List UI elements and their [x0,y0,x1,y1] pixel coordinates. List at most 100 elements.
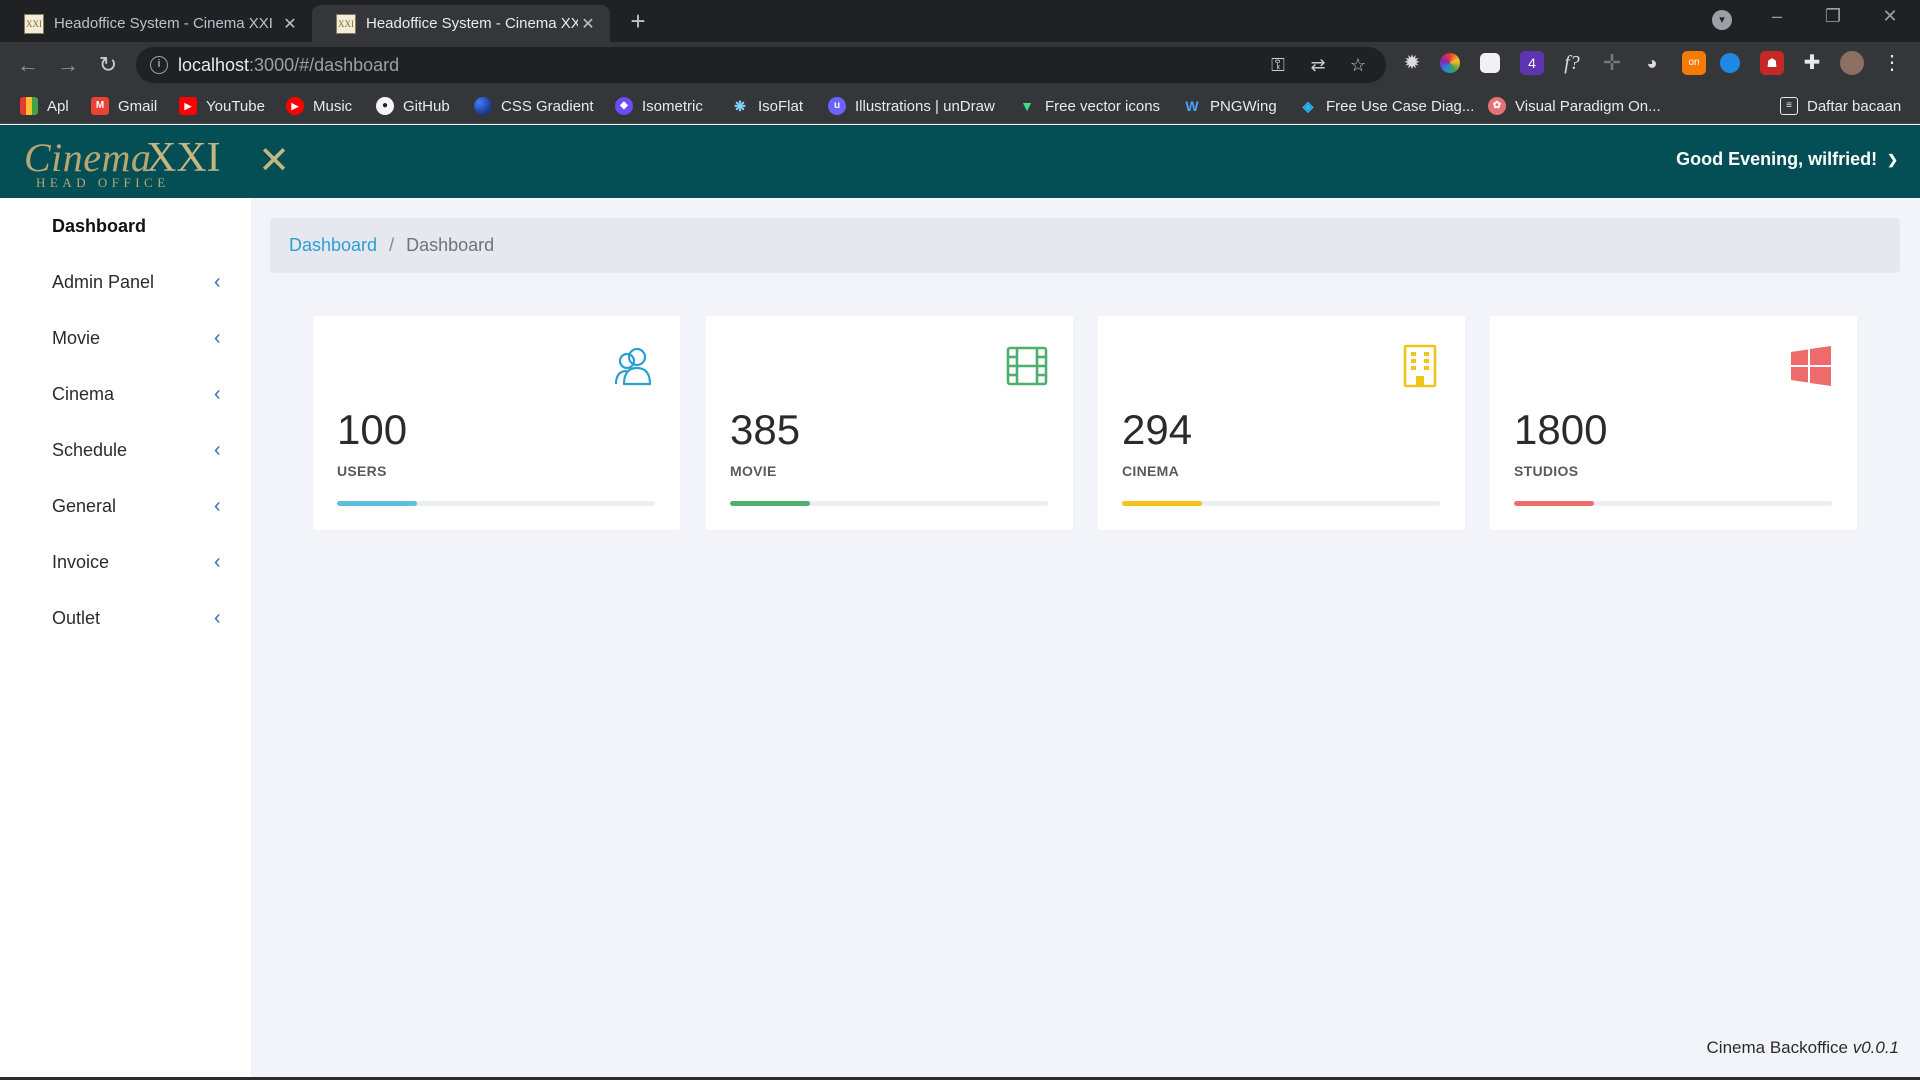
sidebar-item-cinema[interactable]: Cinema ‹ [0,374,251,414]
close-window-icon[interactable]: ✕ [1875,6,1905,27]
sidebar-item-schedule[interactable]: Schedule ‹ [0,430,251,470]
bookmark-youtube[interactable]: ▶ YouTube [179,94,265,118]
plus-icon[interactable]: + [624,8,652,36]
close-icon[interactable]: ✕ [256,142,292,180]
visual-paradigm-icon: ✿ [1488,97,1506,115]
bookmarks-bar: Apl M Gmail ▶ YouTube ▶ Music ● GitHub C… [0,88,1920,124]
sidebar-item-label: Outlet [52,607,101,628]
sidebar: Dashboard Admin Panel ‹ Movie ‹ Cinema ‹… [0,198,251,1080]
tab-title: Headoffice System - Cinema XXI [366,15,578,32]
avatar[interactable] [1840,51,1864,75]
site-info-icon[interactable]: i [150,56,168,74]
bookmark-isoflat[interactable]: ❋ IsoFlat [731,94,803,118]
tab-search-icon[interactable]: ▾ [1712,10,1732,30]
reading-list[interactable]: ≡ Daftar bacaan [1780,94,1901,118]
sync-extension-icon[interactable] [1720,53,1740,73]
sidebar-item-label: Schedule [52,439,128,460]
sidebar-item-dashboard[interactable]: Dashboard [0,206,251,246]
shell-extension-icon[interactable]: ◕ [1640,51,1664,75]
stat-label: STUDIOS [1514,463,1579,479]
sidebar-item-label: Movie [52,327,101,348]
sidebar-item-general[interactable]: General ‹ [0,486,251,526]
color-picker-extension-icon[interactable] [1440,53,1460,73]
breadcrumb-separator: / [389,235,395,255]
stat-value: 100 [337,406,408,453]
greeting-text: Good Evening, wilfried! [1676,149,1878,169]
undraw-icon: u [828,97,846,115]
sidebar-item-label: Invoice [52,551,110,572]
close-tab-icon[interactable]: ✕ [578,14,598,34]
users-icon [614,347,652,386]
forward-arrow-icon[interactable]: → [54,51,82,79]
stat-label: CINEMA [1122,463,1180,479]
cinema-xxi-logo[interactable]: Cinema XXI HEAD OFFICE [24,134,228,192]
browser-tab[interactable]: XXI Headoffice System - Cinema XXI ✕ [0,5,312,42]
crosshair-extension-icon[interactable]: ✛ [1600,51,1624,75]
app-footer: Cinema Backoffice v0.0.1 [1707,1038,1899,1058]
reload-icon[interactable]: ↻ [94,51,122,79]
bookmark-css-gradient[interactable]: CSS Gradient [474,94,594,118]
bookmark-pngwing[interactable]: W PNGWing [1183,94,1277,118]
stat-progress-bar [1122,501,1440,506]
bookmark-star-icon[interactable]: ☆ [1346,53,1370,77]
bookmark-free-vector-icons[interactable]: ▼ Free vector icons [1018,94,1160,118]
puzzle-icon[interactable]: ✚ [1800,51,1824,75]
tab-title: Headoffice System - Cinema XXI [54,15,273,32]
stat-value: 1800 [1514,406,1608,453]
github-icon: ● [376,97,394,115]
chevron-left-icon: ‹ [214,383,221,405]
bookmark-use-case-diagram[interactable]: ◈ Free Use Case Diag... [1299,94,1474,118]
browser-tab-active[interactable]: XXI Headoffice System - Cinema XXI ✕ [312,5,610,42]
chevron-left-icon: ‹ [214,327,221,349]
close-tab-icon[interactable]: ✕ [280,14,300,34]
sidebar-item-label: Dashboard [52,215,147,236]
stat-progress-bar [1514,501,1832,506]
key-icon[interactable]: ⚿ [1266,53,1290,77]
kebab-menu-icon[interactable]: ⋮ [1880,51,1904,75]
sidebar-item-movie[interactable]: Movie ‹ [0,318,251,358]
translate-icon[interactable]: ⇄ [1306,53,1330,77]
stat-card-studios: 1800 STUDIOS [1490,316,1857,530]
restore-icon[interactable]: ❐ [1818,6,1848,27]
bookmark-music[interactable]: ▶ Music [286,94,352,118]
tomato-extension-icon[interactable]: ☗ [1760,51,1784,75]
stat-progress-bar [730,501,1048,506]
footer-app-name: Cinema Backoffice [1706,1038,1848,1057]
address-bar[interactable]: i localhost:3000/#/dashboard ⚿ ⇄ ☆ [136,47,1386,83]
sidebar-item-admin-panel[interactable]: Admin Panel ‹ [0,262,251,302]
apps-grid-icon [20,97,38,115]
progress-fill [1514,501,1594,506]
sidebar-item-invoice[interactable]: Invoice ‹ [0,542,251,582]
bookmark-gmail[interactable]: M Gmail [91,94,157,118]
reading-list-icon: ≡ [1780,97,1798,115]
bookmark-isometric[interactable]: ◆ Isometric [615,94,703,118]
back-arrow-icon[interactable]: ← [14,51,42,79]
film-icon [1006,346,1048,386]
url-text[interactable]: localhost:3000/#/dashboard [178,55,399,76]
browser-tab-bar: XXI Headoffice System - Cinema XXI ✕ XXI… [0,0,1920,42]
chevron-left-icon: ‹ [214,439,221,461]
windows-icon [1791,346,1831,386]
user-menu[interactable]: Good Evening, wilfried! ❯ [1676,149,1898,170]
bookmark-apl[interactable]: Apl [20,94,69,118]
css-gradient-icon [474,97,492,115]
stat-card-cinema: 294 CINEMA [1098,316,1465,530]
isometric-icon: ◆ [615,97,633,115]
on-extension-icon[interactable]: on [1682,51,1706,75]
footer-version: v0.0.1 [1852,1038,1899,1057]
breadcrumb-current: Dashboard [406,235,495,255]
bookmark-undraw[interactable]: u Illustrations | unDraw [828,94,995,118]
minimize-icon[interactable]: – [1762,6,1792,27]
gear-extension-icon[interactable]: ✹ [1400,51,1424,75]
progress-fill [1122,501,1202,506]
formula-extension-icon[interactable]: f? [1560,51,1584,75]
breadcrumb-link-dashboard[interactable]: Dashboard [289,235,377,256]
sidebar-item-outlet[interactable]: Outlet ‹ [0,598,251,638]
bookmark-github[interactable]: ● GitHub [376,94,450,118]
youtube-icon: ▶ [179,97,197,115]
pngwing-icon: W [1183,97,1201,115]
puzzle-badge-extension-icon[interactable]: 4 [1520,51,1544,75]
chevron-down-icon: ❯ [1887,151,1898,167]
notes-extension-icon[interactable] [1480,53,1500,73]
bookmark-visual-paradigm[interactable]: ✿ Visual Paradigm On... [1488,94,1661,118]
